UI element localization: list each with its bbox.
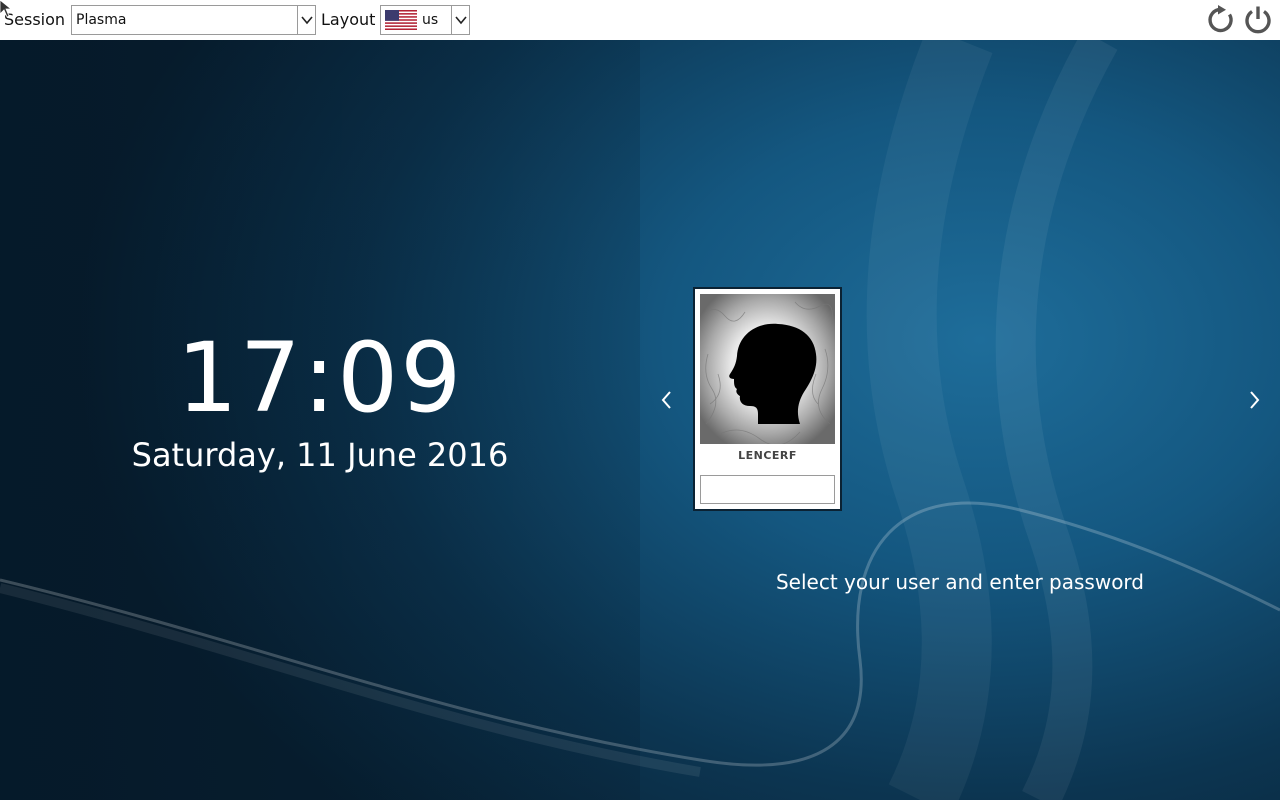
session-select[interactable]: Plasma (71, 5, 316, 35)
clock-time: 17:09 (176, 322, 464, 434)
chevron-down-icon[interactable] (451, 6, 469, 34)
layout-value: us (422, 12, 439, 28)
restart-icon[interactable] (1205, 4, 1237, 36)
mouse-cursor-icon (0, 0, 12, 18)
power-icon[interactable] (1242, 4, 1274, 36)
username-label: LENCERF (738, 449, 797, 462)
layout-select[interactable]: us (380, 5, 470, 35)
session-label: Session (4, 10, 66, 29)
user-card[interactable]: LENCERF (693, 287, 842, 511)
user-head-silhouette-icon (700, 294, 835, 444)
chevron-right-icon[interactable] (1244, 388, 1264, 412)
clock-date: Saturday, 11 June 2016 (131, 436, 509, 474)
chevron-left-icon[interactable] (657, 388, 677, 412)
chevron-down-icon[interactable] (297, 6, 315, 34)
us-flag-icon (385, 10, 417, 30)
layout-label: Layout (321, 10, 376, 29)
session-value: Plasma (76, 12, 127, 28)
top-bar: Session Plasma Layout us (0, 0, 1280, 40)
password-field[interactable] (700, 475, 835, 504)
login-hint: Select your user and enter password (775, 570, 1144, 594)
